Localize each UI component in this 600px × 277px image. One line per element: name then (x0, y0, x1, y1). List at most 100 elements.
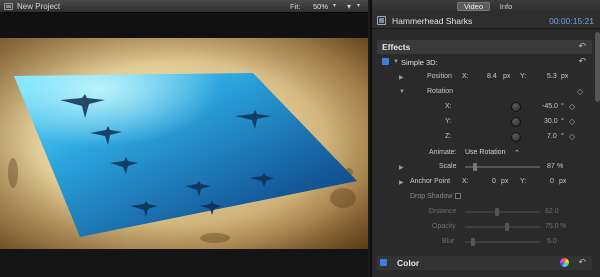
unit-label: ° (561, 133, 564, 140)
audio-skimming-icon[interactable]: ▾ (347, 2, 357, 11)
keyframe-icon[interactable]: ◇ (569, 132, 575, 141)
param-row-scale: ▶ Scale 87 % (377, 160, 592, 174)
project-title: New Project (17, 2, 61, 11)
position-y-value[interactable]: 5.3 (547, 73, 557, 80)
rotation-x-dial[interactable] (511, 102, 521, 112)
param-label: Distance (429, 208, 457, 215)
disclosure-triangle-icon[interactable]: ▶ (399, 179, 404, 186)
opacity-slider-thumb[interactable] (505, 223, 509, 231)
scale-slider-thumb[interactable] (473, 163, 477, 171)
param-row-blur: Blur 5.0 (377, 235, 592, 249)
param-label: Scale (439, 163, 457, 170)
project-icon (4, 3, 13, 10)
blur-value[interactable]: 5.0 (547, 238, 557, 245)
disclosure-triangle-icon[interactable]: ▶ (399, 74, 404, 81)
param-row-animate: Animate: Use Rotation ⌃ (377, 146, 592, 160)
effect-enable-checkbox[interactable] (382, 58, 389, 65)
inspector-scrollbar[interactable] (595, 32, 600, 102)
scale-value[interactable]: 87 (547, 163, 555, 170)
tab-video[interactable]: Video (457, 2, 490, 11)
param-label: Y: (520, 73, 527, 80)
param-row-rotation-z: Z: 7.0 ° ◇ (377, 130, 592, 144)
chevron-down-icon[interactable]: ▾ (333, 2, 336, 9)
color-board-icon[interactable] (560, 258, 569, 267)
viewer-panel: New Project Fit: 50% ▾ ▾ ▾ (0, 0, 368, 277)
drop-shadow-checkbox[interactable] (455, 193, 461, 199)
fit-zoom-select[interactable]: 50% (313, 2, 328, 11)
effects-section-header[interactable]: Effects ↶ (377, 40, 592, 54)
unit-label: px (501, 178, 509, 185)
color-label: Color (397, 258, 420, 268)
anchor-y-value[interactable]: 0 (550, 178, 554, 185)
position-x-value[interactable]: 8.4 (487, 73, 497, 80)
keyframe-icon[interactable]: ◇ (569, 117, 575, 126)
keyframe-icon[interactable]: ◇ (569, 102, 575, 111)
opacity-slider-track[interactable] (465, 226, 540, 228)
disclosure-triangle-icon[interactable]: ▼ (399, 89, 405, 95)
param-row-drop-shadow: Drop Shadow (377, 190, 592, 204)
param-label: Z: (445, 133, 452, 140)
rotation-y-dial[interactable] (511, 117, 521, 127)
transformed-video-clip[interactable] (0, 38, 368, 249)
viewer-footer (0, 249, 368, 277)
param-row-opacity: Opacity 75.0 % (377, 220, 592, 234)
param-label: X: (462, 178, 469, 185)
distance-slider-thumb[interactable] (495, 208, 499, 216)
viewer-options-icon[interactable]: ▾ (357, 2, 360, 9)
opacity-value[interactable]: 75.0 (545, 223, 559, 230)
reset-icon[interactable]: ↶ (578, 257, 586, 268)
unit-label: ° (561, 103, 564, 110)
chevron-updown-icon[interactable]: ⌃ (514, 149, 520, 157)
unit-label: % (557, 163, 564, 170)
anchor-x-value[interactable]: 0 (492, 178, 496, 185)
unit-label: % (560, 223, 567, 230)
color-enable-checkbox[interactable] (380, 259, 387, 266)
clip-name: Hammerhead Sharks (392, 16, 473, 26)
param-label: Y: (520, 178, 527, 185)
param-row-anchor-point: ▶ Anchor Point X: 0 px Y: 0 px (377, 175, 592, 189)
distance-slider-track[interactable] (465, 211, 540, 213)
keyframe-icon[interactable]: ◇ (577, 87, 583, 96)
clip-duration: 00:00:15:21 (549, 16, 594, 26)
animate-select[interactable]: Use Rotation (465, 149, 505, 156)
unit-label: ° (561, 118, 564, 125)
param-label: Drop Shadow (410, 193, 453, 200)
viewer-toolbar: New Project Fit: 50% ▾ ▾ ▾ (0, 0, 368, 13)
param-row-rotation-x: X: -45.0 ° ◇ (377, 100, 592, 114)
param-label: X: (462, 73, 469, 80)
param-label: Position (427, 73, 452, 80)
unit-label: px (561, 73, 569, 80)
disclosure-triangle-icon[interactable]: ▶ (399, 164, 404, 171)
inspector-panel: Video Info Hammerhead Sharks 00:00:15:21… (370, 0, 600, 277)
video-canvas[interactable] (0, 38, 368, 249)
param-label: X: (445, 103, 452, 110)
rotation-z-dial[interactable] (511, 132, 521, 142)
param-label: Y: (445, 118, 452, 125)
param-row-rotation-y: Y: 30.0 ° ◇ (377, 115, 592, 129)
color-section-header[interactable]: Color ↶ (377, 256, 592, 270)
disclosure-triangle-icon[interactable]: ▼ (393, 59, 399, 65)
param-label: Blur (442, 238, 455, 245)
param-label: Rotation (427, 88, 454, 95)
clip-icon (377, 16, 386, 25)
rotation-z-value[interactable]: 7.0 (547, 133, 557, 140)
param-row-distance: Distance 62.0 (377, 205, 592, 219)
distance-value[interactable]: 62.0 (545, 208, 559, 215)
param-label: Anchor Point (410, 178, 451, 185)
reset-icon[interactable]: ↶ (578, 56, 586, 67)
param-row-rotation: ▼ Rotation ◇ (377, 85, 592, 99)
param-label: Animate: (429, 149, 457, 156)
tab-info[interactable]: Info (492, 2, 520, 11)
reset-icon[interactable]: ↶ (578, 41, 586, 52)
param-row-position: ▶ Position X: 8.4 px Y: 5.3 px (377, 70, 592, 84)
clip-header: Hammerhead Sharks 00:00:15:21 (372, 13, 600, 29)
blur-slider-track[interactable] (465, 241, 540, 243)
fit-label: Fit: (290, 2, 301, 11)
rotation-y-value[interactable]: 30.0 (544, 118, 558, 125)
effect-name: Simple 3D: (401, 58, 438, 67)
param-label: Opacity (432, 223, 456, 230)
rotation-x-value[interactable]: -45.0 (542, 103, 558, 110)
blur-slider-thumb[interactable] (471, 238, 475, 246)
unit-label: px (559, 178, 567, 185)
effects-label: Effects (382, 42, 411, 52)
